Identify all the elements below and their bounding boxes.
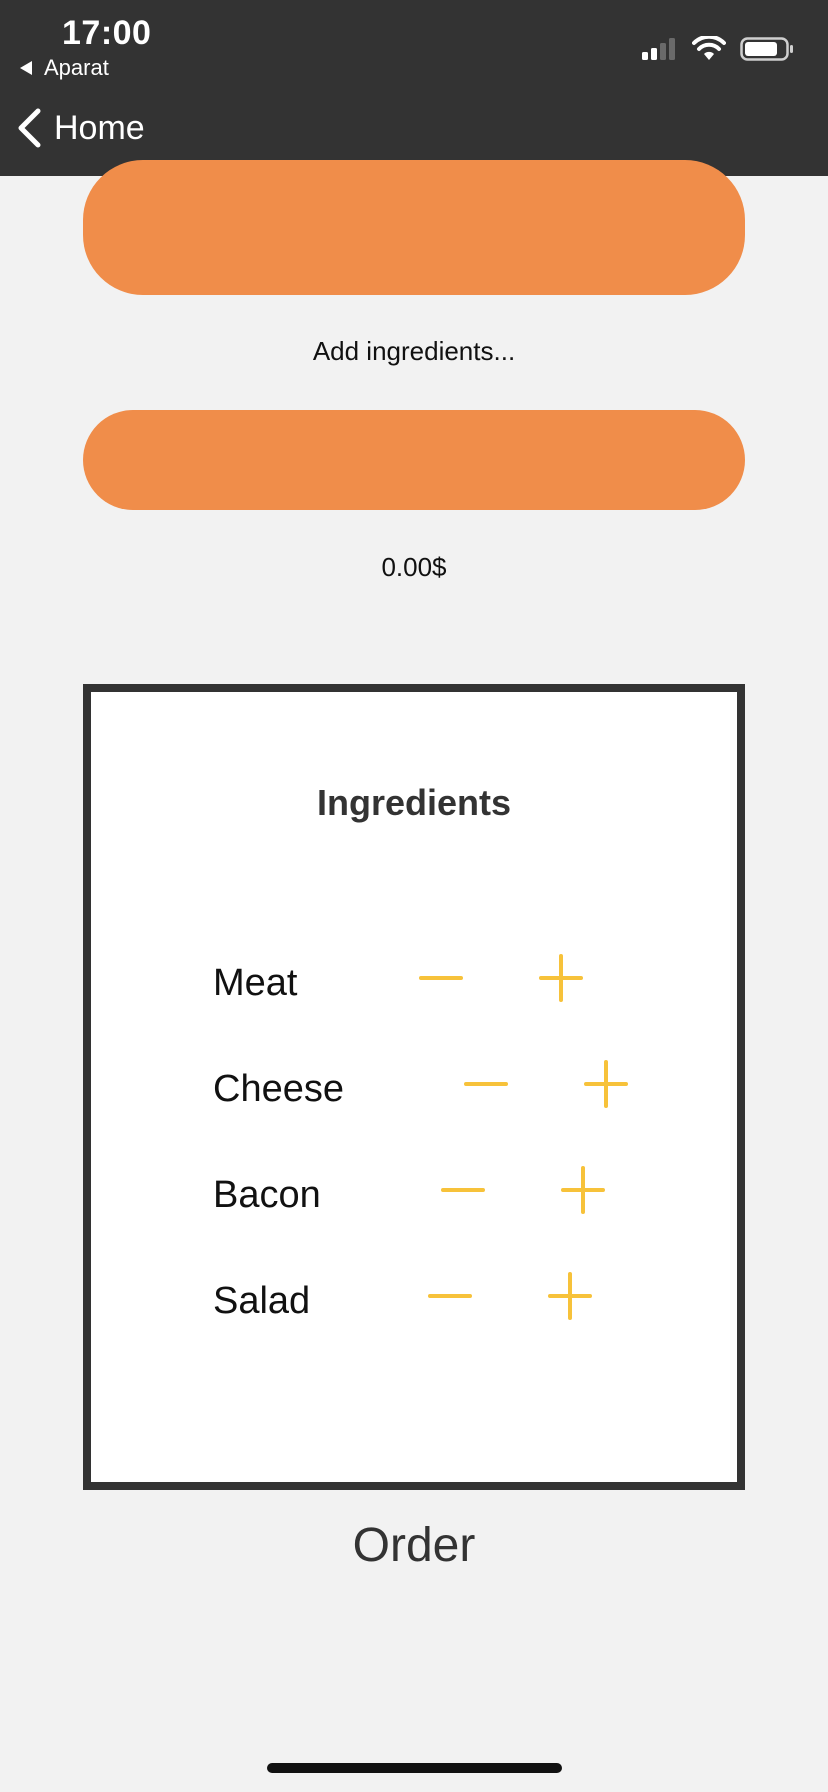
increase-meat-button[interactable] [537, 954, 585, 1002]
add-ingredients-text: Add ingredients... [312, 336, 516, 366]
ingredient-label: Cheese [213, 1068, 344, 1110]
increase-cheese-button[interactable] [582, 1060, 630, 1108]
back-app-label: Aparat [44, 55, 109, 80]
wifi-icon [692, 36, 726, 60]
price-text: 0.00$ [381, 552, 447, 582]
decrease-bacon-button[interactable] [439, 1166, 487, 1214]
ingredients-title: Ingredients [316, 782, 512, 823]
top-bar: 17:00 Aparat Home [0, 0, 828, 176]
decrease-meat-button[interactable] [417, 954, 465, 1002]
increase-salad-button[interactable] [546, 1272, 594, 1320]
signal-icon [642, 38, 675, 60]
increase-bacon-button[interactable] [559, 1166, 607, 1214]
ingredient-label: Bacon [213, 1174, 321, 1216]
status-icons [640, 36, 794, 62]
ingredient-row-bacon: Bacon [91, 1166, 737, 1226]
chevron-left-icon [18, 108, 41, 148]
burger-bottom-bun [83, 410, 745, 510]
ingredient-row-salad: Salad [91, 1272, 737, 1332]
home-indicator[interactable] [267, 1763, 562, 1773]
ingredient-row-cheese: Cheese [91, 1060, 737, 1120]
ingredients-card: Ingredients Meat Cheese Bacon Salad [83, 684, 745, 1490]
home-back-button[interactable]: Home [16, 108, 145, 148]
burger-top-bun [83, 160, 745, 295]
ingredient-row-meat: Meat [91, 954, 737, 1014]
ingredient-label: Meat [213, 962, 298, 1004]
ingredient-label: Salad [213, 1280, 311, 1322]
home-back-label: Home [54, 108, 145, 147]
back-to-app-button[interactable]: Aparat [20, 55, 109, 81]
order-button[interactable]: Order [0, 1518, 828, 1573]
back-triangle-icon [20, 61, 32, 75]
battery-icon [740, 37, 793, 61]
decrease-cheese-button[interactable] [462, 1060, 510, 1108]
decrease-salad-button[interactable] [426, 1272, 474, 1320]
status-time: 17:00 [62, 14, 152, 52]
